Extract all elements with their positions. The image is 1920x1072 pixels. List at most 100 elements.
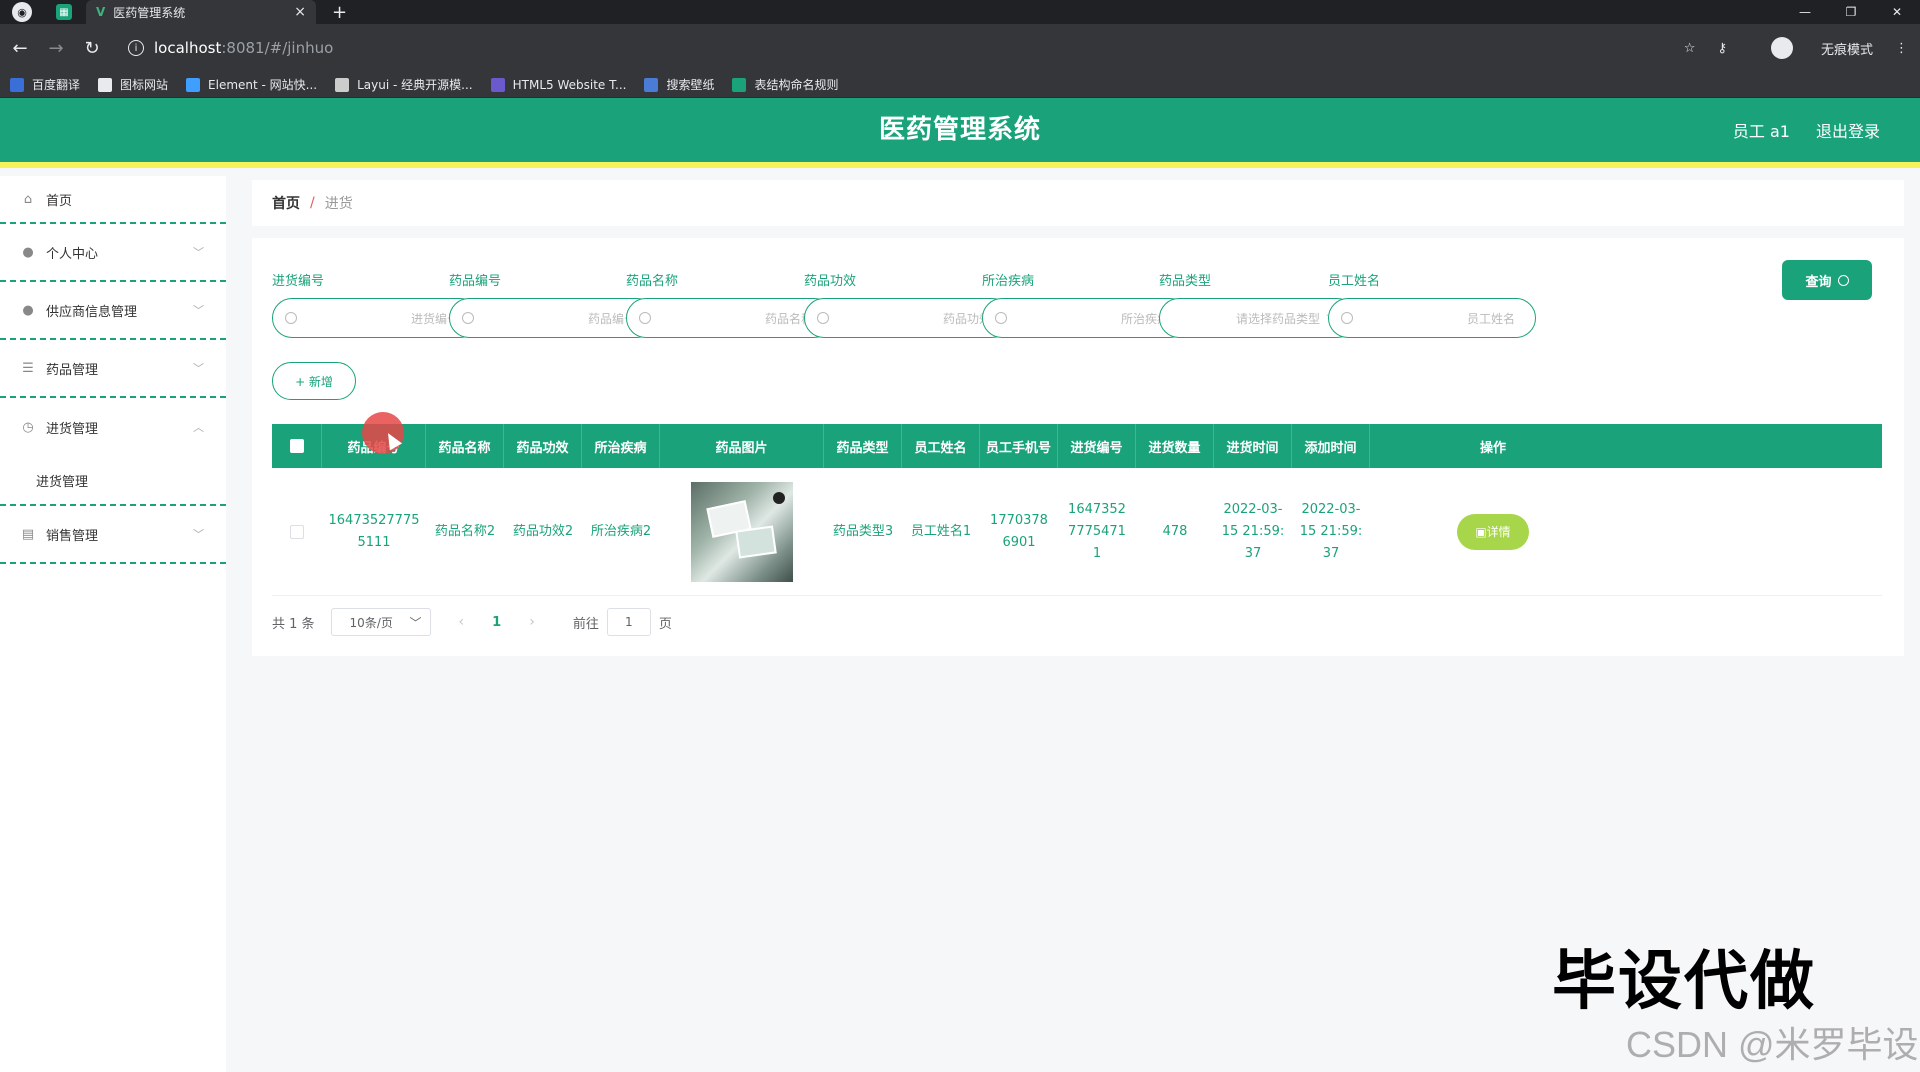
window-controls: — ❐ ✕ [1782,0,1920,24]
user-icon: ● [22,302,34,318]
drug-image[interactable] [691,481,793,582]
bookmark-item[interactable]: 图标网站 [98,76,168,93]
filter-input[interactable]: 药品名称 [626,298,834,338]
page-size-select[interactable]: 10条/页 ﹀ [330,608,431,636]
search-icon [995,312,1007,324]
logout-button[interactable]: 退出登录 [1816,118,1880,142]
bookmark-icon [490,77,505,92]
bookmark-item[interactable]: Element - 网站快... [186,76,317,93]
pagination-goto: 前往 [572,616,599,632]
sidebar-item-home[interactable]: ⌂ 首页 [0,176,226,224]
filter-input[interactable]: 员工姓名 [1328,298,1536,338]
app-favicon-icon[interactable]: ▦ [56,4,72,20]
sidebar-item-drug[interactable]: ☰ 药品管理 ﹀ [0,340,226,398]
search-icon [1341,312,1353,324]
bookmark-item[interactable]: 搜索壁纸 [644,76,714,93]
watermark-main: 毕设代做 [1552,945,1816,1019]
watermark-sub: CSDN @米罗毕设 [1626,1024,1919,1065]
reload-icon[interactable]: ↻ [76,38,108,59]
incognito-badge[interactable]: 无痕模式 [1749,37,1873,59]
more-menu-icon[interactable]: ⋮ [1895,41,1908,56]
sidebar-item-purchase[interactable]: ◷ 进货管理 ︿ [0,398,226,456]
add-button[interactable]: + 新增 [272,362,356,400]
row-checkbox[interactable] [290,524,304,539]
table-cell-staff-phone: 17703786901 [980,468,1058,595]
column-header[interactable]: 员工手机号 [980,424,1058,468]
page-number[interactable]: 1 [492,615,501,630]
column-header[interactable]: 药品图片 [660,424,824,468]
table-cell-drug-effect: 药品功效2 [504,468,582,595]
minimize-icon[interactable]: — [1782,5,1828,19]
search-icon [285,312,297,324]
query-button[interactable]: 查询 [1782,260,1872,300]
sidebar-item-supplier[interactable]: ● 供应商信息管理 ﹀ [0,282,226,340]
column-header[interactable]: 添加时间 [1292,424,1370,468]
cell-text: 药品名称2 [434,523,496,539]
user-icon: ● [22,244,34,260]
tab-close-icon[interactable]: × [294,4,306,20]
sidebar-item-label: 供应商信息管理 [46,304,138,320]
cell-text: 2022-03-15 21:59:37 [1221,501,1285,561]
column-header[interactable]: 所治疾病 [582,424,660,468]
address-bar-actions: ☆ ⚷ 无痕模式 ⋮ [1662,24,1908,72]
app-header: 医药管理系统 员工 a1 退出登录 [0,98,1920,168]
cursor-highlight [362,412,404,454]
breadcrumb-current: 进货 [324,196,353,212]
incognito-icon [1770,37,1793,59]
bookmark-item[interactable]: Layui - 经典开源模... [335,76,473,93]
bookmark-label: HTML5 Website T... [512,77,627,92]
column-header[interactable]: 药品名称 [426,424,504,468]
column-header[interactable]: 进货编号 [1058,424,1136,468]
chrome-icon[interactable]: ◉ [12,2,32,22]
browser-tab[interactable]: V 医药管理系统 × [86,0,316,24]
sidebar-item-personal-center[interactable]: ● 个人中心 ﹀ [0,224,226,282]
bookmark-item[interactable]: 表结构命名规则 [732,76,838,93]
pagination-total: 共 1 条 [272,616,315,632]
column-header[interactable]: 进货时间 [1214,424,1292,468]
detail-button[interactable]: ▣ 详情 [1457,513,1529,550]
column-header[interactable]: 操作 [1370,424,1616,468]
restore-icon[interactable]: ❐ [1828,5,1874,19]
new-tab-button[interactable]: + [332,2,347,23]
chevron-down-icon: ﹀ [193,304,204,317]
filter-label: 药品名称 [626,274,679,289]
page-jump-input[interactable]: 1 [606,608,651,636]
column-header[interactable]: 药品类型 [824,424,902,468]
bookmark-item[interactable]: 百度翻译 [10,76,80,93]
breadcrumb: 首页 / 进货 [252,180,1904,226]
close-window-icon[interactable]: ✕ [1874,5,1920,19]
key-icon[interactable]: ⚷ [1717,41,1727,56]
purchase-table: 药品编号药品名称药品功效所治疾病药品图片药品类型员工姓名员工手机号进货编号进货数… [272,424,1882,596]
url-field[interactable]: i localhost:8081/#/jinhuo [128,39,333,57]
sidebar-subitem-purchase-manage[interactable]: 进货管理 [0,456,226,506]
filter-placeholder: 进货编号 [410,311,459,326]
clock-icon: ◷ [22,419,34,435]
browser-tab-title: 医药管理系统 [113,5,186,20]
star-icon[interactable]: ☆ [1684,41,1696,56]
select-all-checkbox[interactable] [289,439,304,453]
filter-label: 药品功效 [804,274,857,289]
cell-text: 员工姓名1 [910,523,972,539]
header-user-area: 员工 a1 退出登录 [1707,98,1880,162]
page-size-value: 10条/页 [349,615,393,630]
sidebar-item-sales[interactable]: ▤ 销售管理 ﹀ [0,506,226,564]
next-page-icon[interactable]: › [529,614,535,630]
cell-text: 药品类型3 [832,523,894,539]
column-header[interactable]: 员工姓名 [902,424,980,468]
filter-input[interactable]: 药品功效 [804,298,1012,338]
forward-icon[interactable]: → [40,38,72,59]
prev-page-icon[interactable]: ‹ [459,614,465,630]
chevron-down-icon: ﹀ [193,246,204,259]
cell-text: 164735277754711 [1068,501,1126,561]
table-row[interactable]: 164735277755111 药品名称2 药品功效2 所治疾病2 药品类型3 员工姓名1… [272,468,1882,596]
column-header[interactable]: 进货数量 [1136,424,1214,468]
column-header[interactable]: 药品功效 [504,424,582,468]
cell-text: 所治疾病2 [590,523,652,539]
cell-text: 478 [1162,523,1188,539]
back-icon[interactable]: ← [4,38,36,59]
bookmark-item[interactable]: HTML5 Website T... [490,77,627,92]
filter-label: 员工姓名 [1328,274,1381,289]
filter-placeholder: 请选择药品类型 [1235,311,1320,326]
site-info-icon[interactable]: i [128,40,144,56]
breadcrumb-home[interactable]: 首页 [272,193,300,213]
